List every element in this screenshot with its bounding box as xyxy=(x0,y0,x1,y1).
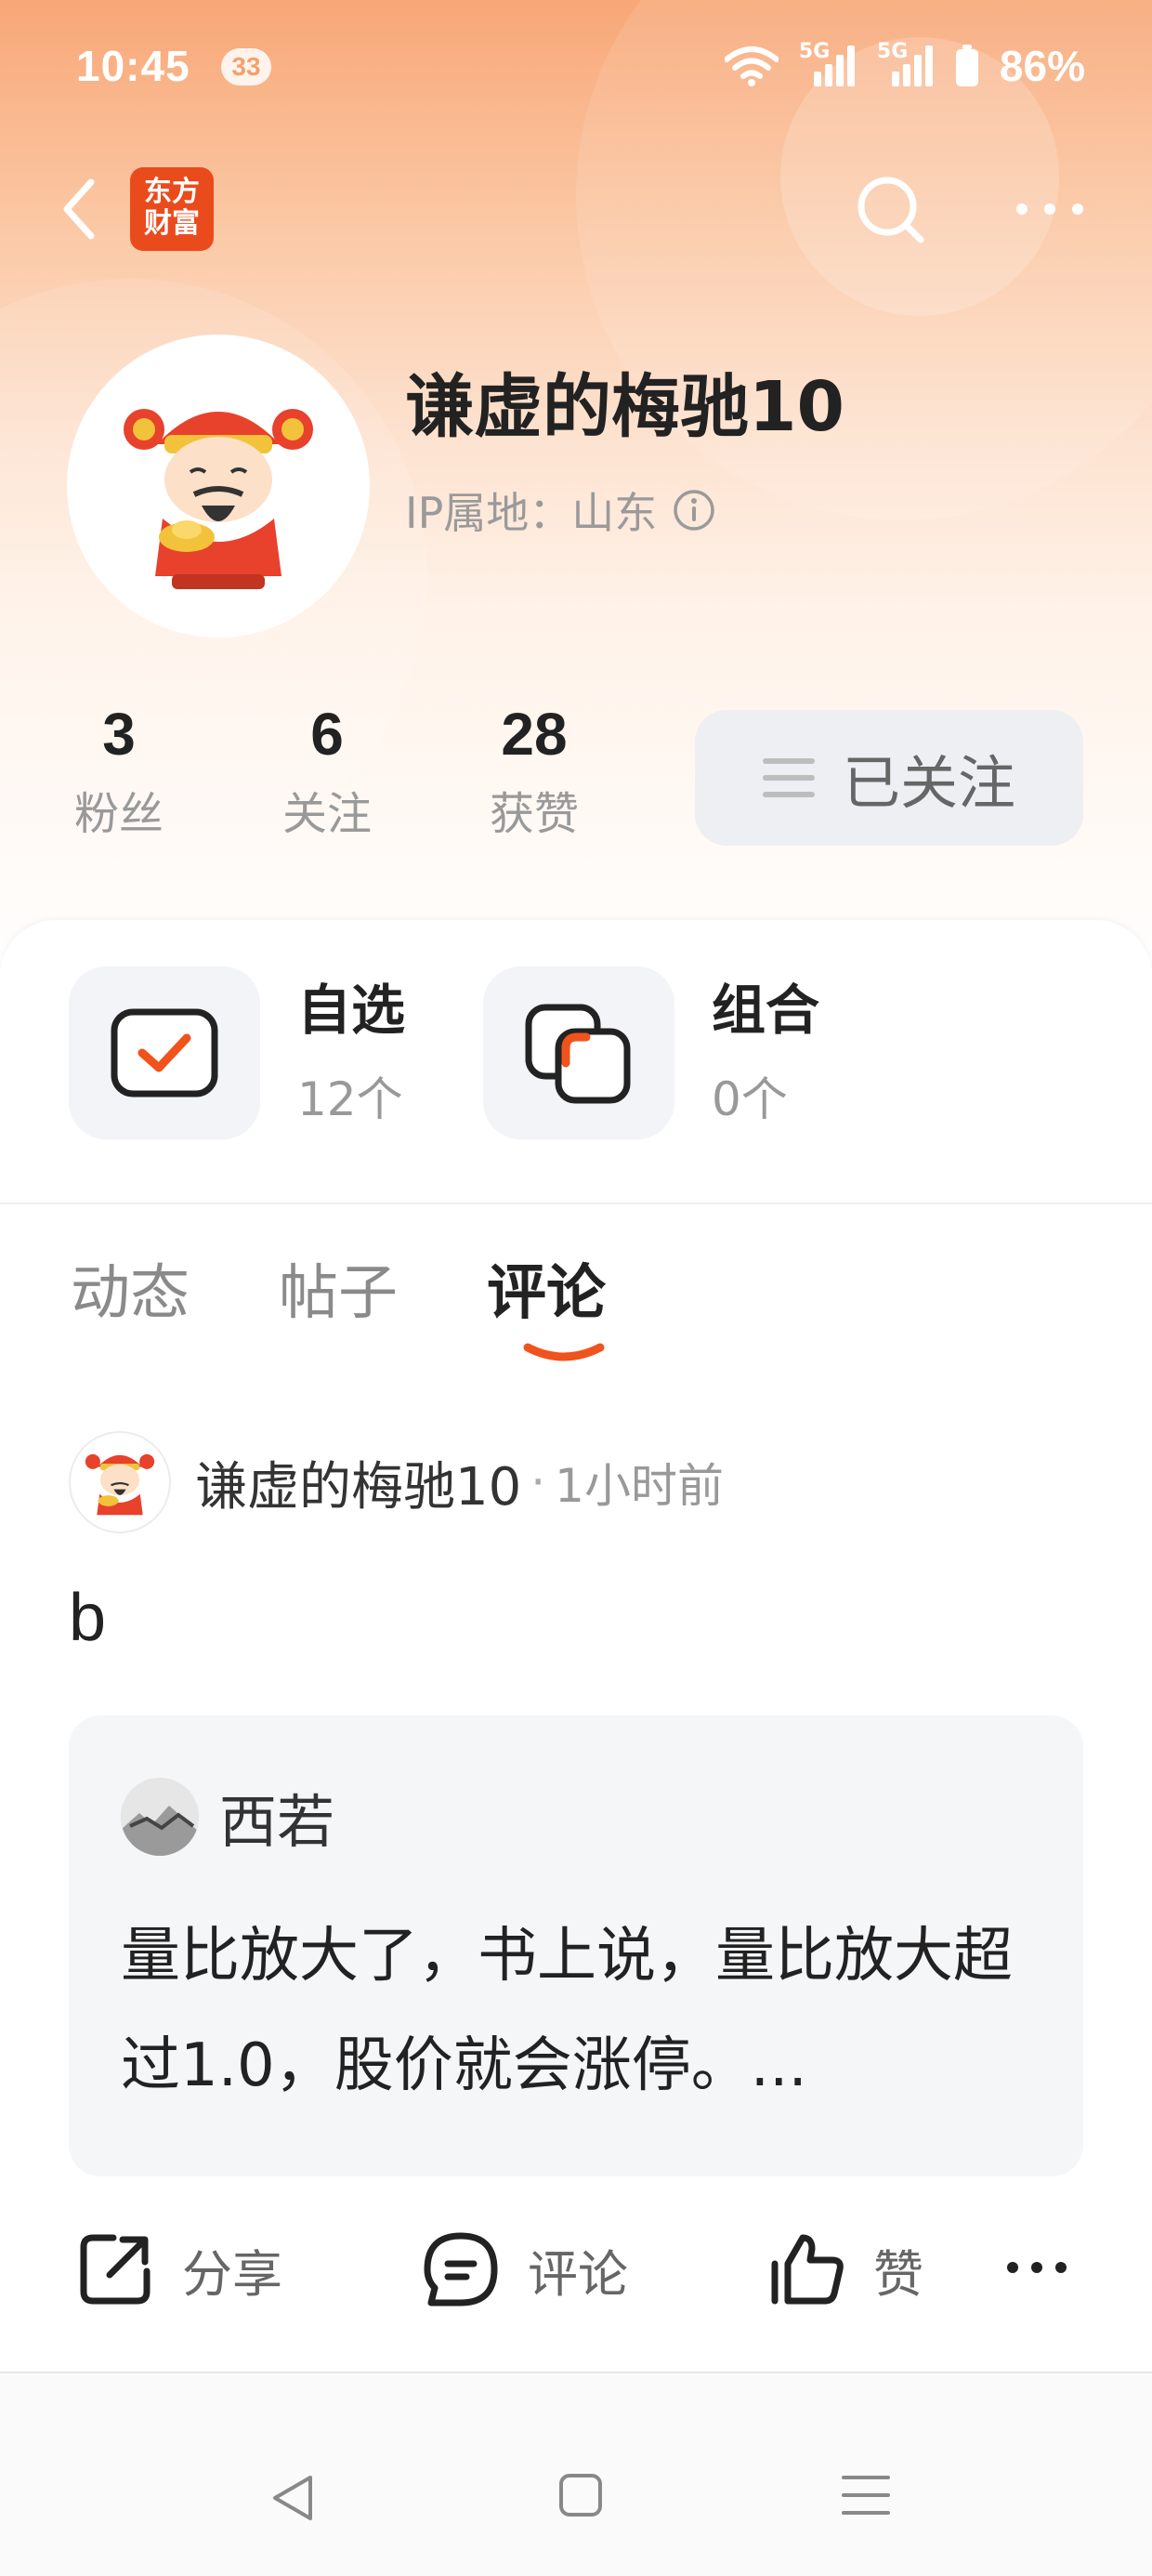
like-button[interactable]: 赞 xyxy=(767,2230,923,2308)
comment-button[interactable]: 评论 xyxy=(422,2230,628,2308)
like-label: 赞 xyxy=(873,2244,923,2304)
chevron-left-icon xyxy=(63,178,95,240)
more-button[interactable] xyxy=(1013,181,1087,237)
following-button[interactable]: 已关注 xyxy=(695,710,1083,846)
nav-home-square-icon[interactable] xyxy=(557,2472,604,2518)
more-dots-icon xyxy=(1007,2262,1067,2273)
comment-label: 评论 xyxy=(528,2244,628,2304)
app-logo-text: 东方财富 xyxy=(144,176,200,240)
status-time: 10:45 xyxy=(76,42,190,90)
signal-5g-1: 5G xyxy=(799,40,857,88)
shortcut-watchlist[interactable]: 自选 12个 xyxy=(69,966,405,1139)
wifi-icon xyxy=(724,46,779,86)
post-time: 1小时前 xyxy=(555,1459,724,1513)
shortcut-watchlist-count: 12个 xyxy=(297,1072,403,1126)
caishen-avatar-icon xyxy=(85,1453,155,1516)
more-dots-icon xyxy=(1016,204,1083,215)
watchlist-check-icon xyxy=(111,1008,218,1097)
quoted-text: 量比放大了，书上说，量比放大超过1.0，股价就会涨停。... xyxy=(121,1922,1013,2100)
signal-5g-2: 5G xyxy=(877,40,935,88)
stat-fans-label: 粉丝 xyxy=(73,788,164,840)
shortcut-portfolio-title: 组合 xyxy=(712,979,820,1042)
status-bar: 10:45 33 5G 5G 86% xyxy=(0,0,1152,139)
tab-comments[interactable]: 评论 xyxy=(487,1245,606,1331)
stat-following-label: 关注 xyxy=(281,788,372,840)
nav-recents-menu-icon[interactable] xyxy=(840,2472,892,2518)
post-header: 谦虚的梅驰10 · 1小时前 xyxy=(69,1431,724,1533)
section-divider xyxy=(0,1203,1152,1204)
battery-icon xyxy=(955,45,978,86)
profile-username: 谦虚的梅驰10 xyxy=(405,367,844,447)
post-author-avatar[interactable] xyxy=(69,1431,171,1533)
info-icon[interactable] xyxy=(672,488,716,532)
post-more-button[interactable] xyxy=(1003,2249,1070,2290)
quoted-post-header: 西若 xyxy=(121,1775,334,1859)
quoted-post[interactable]: 西若 量比放大了，书上说，量比放大超过1.0，股价就会涨停。... xyxy=(69,1715,1083,2176)
comment-icon xyxy=(424,2232,498,2307)
ip-location-text: IP属地：山东 xyxy=(405,488,658,538)
post-separator: · xyxy=(530,1455,546,1509)
profile-avatar[interactable] xyxy=(67,335,370,637)
landscape-avatar-icon xyxy=(121,1778,199,1856)
search-button[interactable] xyxy=(850,167,934,251)
stat-fans[interactable]: 3 粉丝 xyxy=(54,699,184,842)
stat-following-value: 6 xyxy=(310,701,344,768)
portfolio-icon xyxy=(525,1004,631,1104)
shortcut-watchlist-title: 自选 xyxy=(297,979,406,1042)
shortcut-portfolio-icon-box xyxy=(483,966,674,1139)
back-button[interactable] xyxy=(52,167,108,251)
battery-percent: 86% xyxy=(999,42,1085,90)
post-body[interactable]: b xyxy=(69,1580,106,1656)
stat-likes-value: 28 xyxy=(501,701,568,768)
stat-fans-value: 3 xyxy=(102,701,136,768)
nav-back-triangle-icon[interactable] xyxy=(269,2472,316,2524)
stat-following[interactable]: 6 关注 xyxy=(262,699,392,842)
quoted-author-avatar[interactable] xyxy=(121,1778,199,1856)
post-author-name[interactable]: 谦虚的梅驰10 xyxy=(195,1445,521,1520)
shortcut-watchlist-icon-box xyxy=(69,966,260,1139)
share-label: 分享 xyxy=(182,2244,282,2304)
thumbs-up-icon xyxy=(771,2234,844,2305)
following-button-label: 已关注 xyxy=(842,749,1015,817)
active-tab-indicator xyxy=(523,1343,605,1361)
status-icons: 5G 5G 86% xyxy=(724,40,1085,91)
shortcut-portfolio-count: 0个 xyxy=(712,1072,788,1126)
notification-badge: 33 xyxy=(221,48,271,85)
bottom-divider xyxy=(0,2372,1152,2373)
ip-location: IP属地：山东 xyxy=(405,480,716,541)
stat-likes[interactable]: 28 获赞 xyxy=(469,699,599,842)
share-button[interactable]: 分享 xyxy=(76,2230,282,2308)
tab-dynamics[interactable]: 动态 xyxy=(71,1245,190,1331)
shortcut-portfolio[interactable]: 组合 0个 xyxy=(483,966,819,1139)
menu-lines-icon xyxy=(762,758,815,797)
search-icon xyxy=(857,177,924,243)
content-tabs: 动态 帖子 评论 xyxy=(71,1245,695,1331)
caishen-avatar-icon xyxy=(124,409,313,589)
stat-likes-label: 获赞 xyxy=(489,788,579,840)
quoted-author-name[interactable]: 西若 xyxy=(219,1775,334,1859)
tab-posts[interactable]: 帖子 xyxy=(279,1245,398,1331)
share-icon xyxy=(80,2234,151,2305)
app-logo[interactable]: 东方财富 xyxy=(130,167,214,251)
